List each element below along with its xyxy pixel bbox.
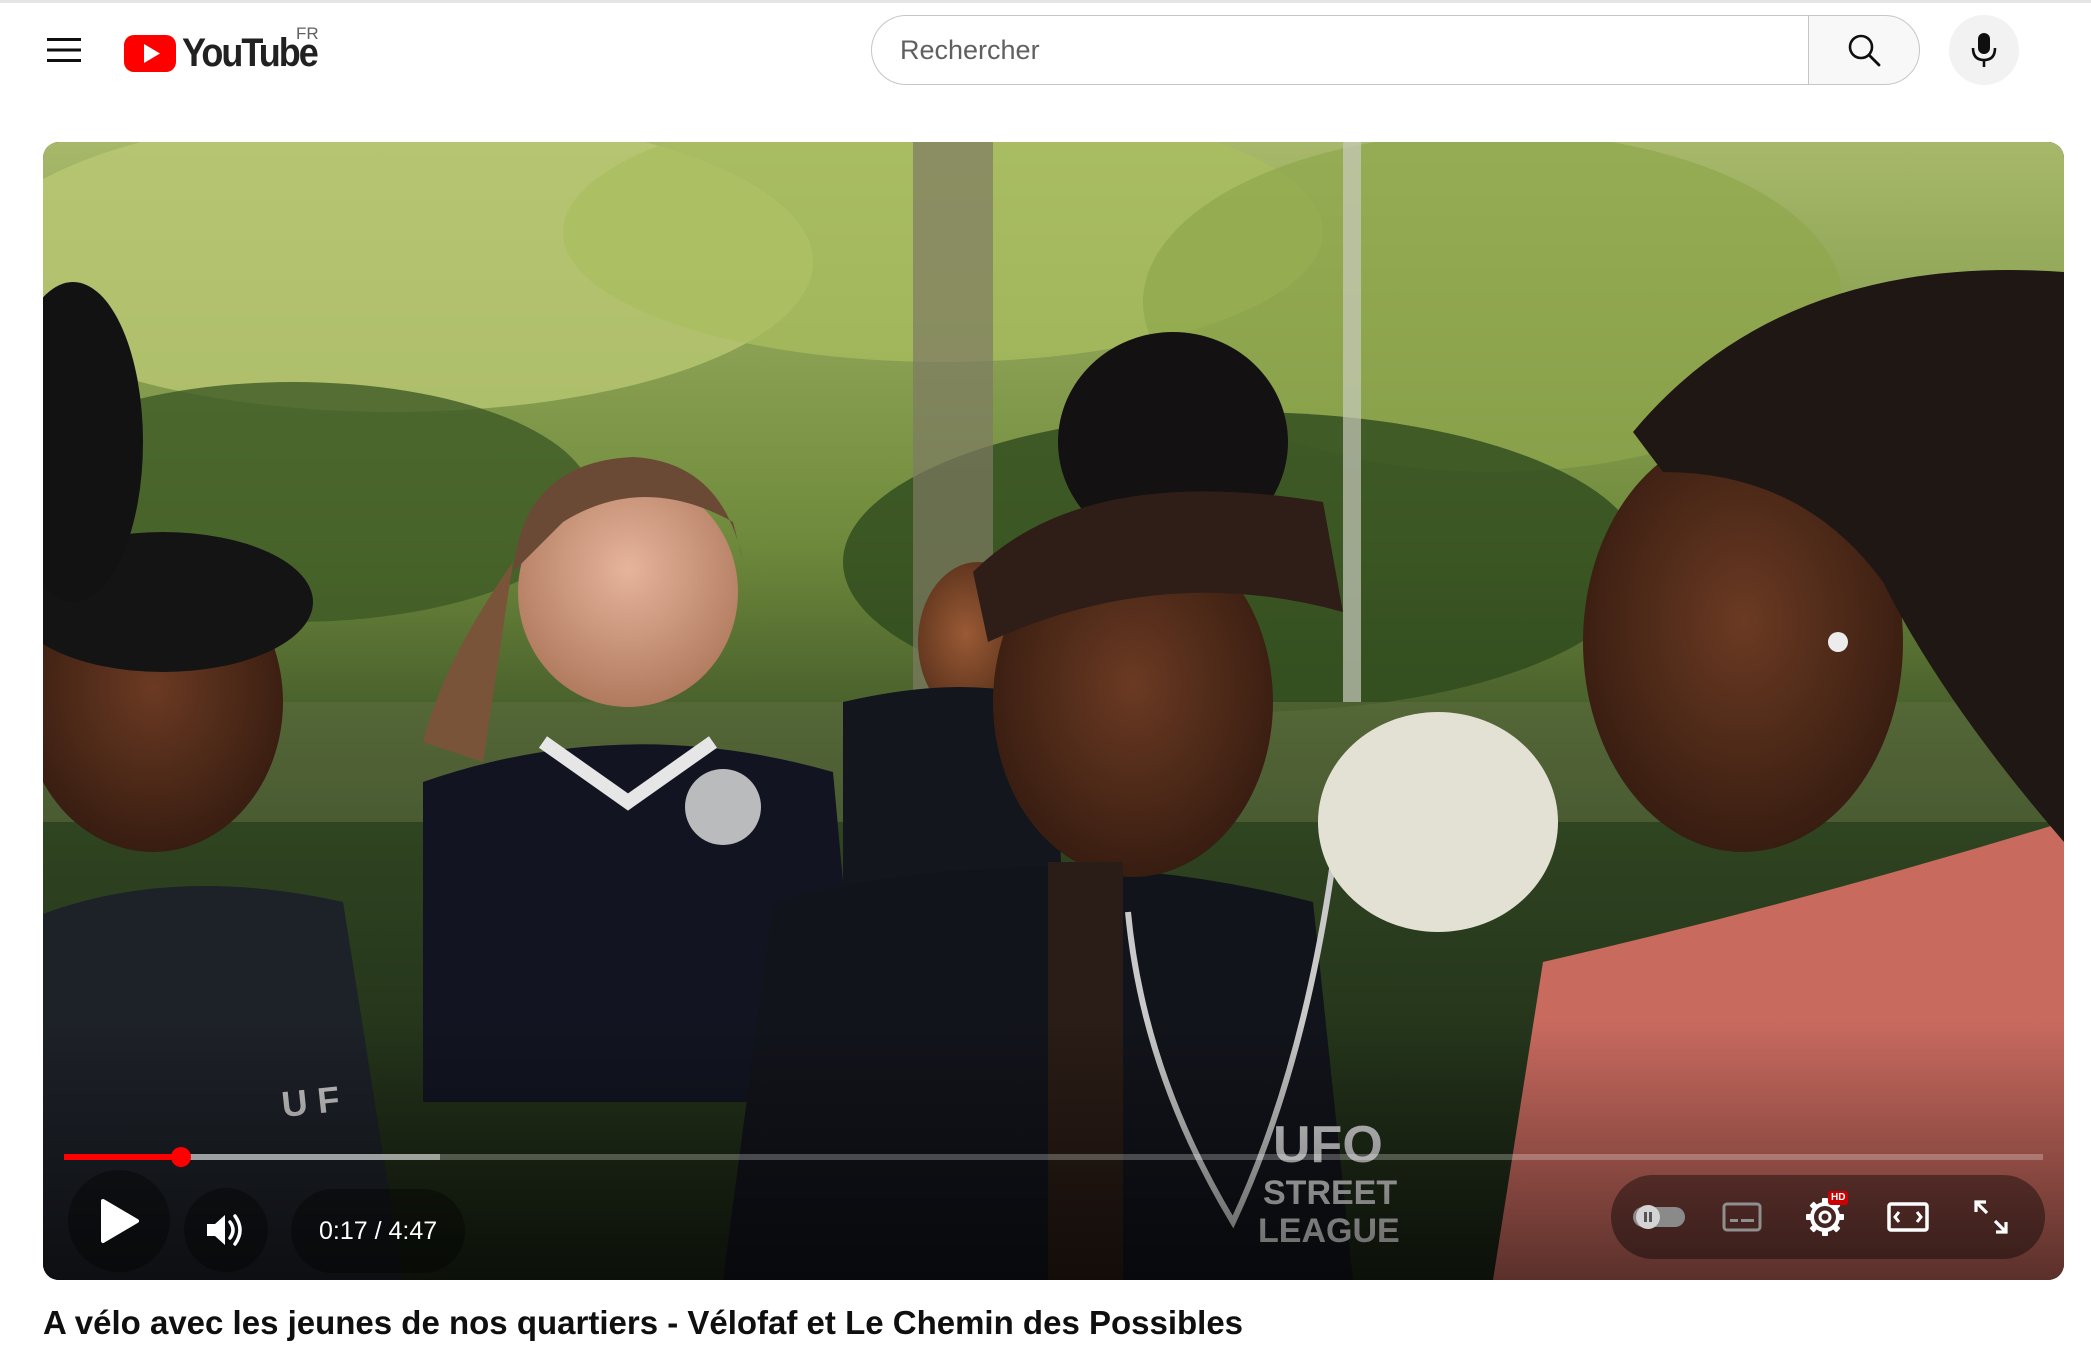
- hd-badge: HD: [1828, 1191, 1849, 1205]
- search-input[interactable]: [872, 15, 1809, 85]
- right-controls: HD: [1611, 1175, 2045, 1259]
- video-title: A vélo avec les jeunes de nos quartiers …: [43, 1304, 1244, 1341]
- volume-button[interactable]: [184, 1188, 268, 1272]
- settings-button[interactable]: HD: [1785, 1175, 1865, 1259]
- theater-mode-icon: [1887, 1202, 1929, 1232]
- time-separator: /: [367, 1216, 389, 1245]
- play-icon: [101, 1199, 139, 1243]
- subtitles-icon: [1722, 1202, 1762, 1232]
- top-border: [0, 0, 2091, 3]
- autoplay-toggle-icon: [1633, 1205, 1685, 1229]
- country-code: FR: [296, 24, 319, 43]
- youtube-play-logo-icon: [124, 34, 176, 72]
- play-button[interactable]: [68, 1170, 170, 1272]
- current-time: 0:17: [319, 1216, 368, 1245]
- autoplay-toggle[interactable]: [1619, 1175, 1699, 1259]
- search-icon: [1848, 34, 1881, 67]
- theater-mode-button[interactable]: [1868, 1175, 1948, 1259]
- fullscreen-button[interactable]: [1951, 1175, 2031, 1259]
- video-player[interactable]: U F UFO STREET LEAGUE: [43, 142, 2064, 1280]
- subtitles-button[interactable]: [1702, 1175, 1782, 1259]
- volume-icon: [207, 1214, 242, 1246]
- duration: 4:47: [388, 1216, 438, 1245]
- voice-search-button[interactable]: [1949, 15, 2019, 85]
- progress-scrubber-handle[interactable]: [170, 1147, 191, 1167]
- hamburger-menu-icon[interactable]: [32, 18, 96, 82]
- microphone-icon: [1971, 33, 1997, 67]
- search-button[interactable]: [1808, 15, 1920, 85]
- progress-bar[interactable]: [64, 1146, 2043, 1168]
- fullscreen-icon: [1974, 1200, 2008, 1234]
- search-box[interactable]: [871, 15, 1809, 85]
- time-display: 0:17 / 4:47: [291, 1189, 466, 1273]
- progress-played: [64, 1154, 181, 1160]
